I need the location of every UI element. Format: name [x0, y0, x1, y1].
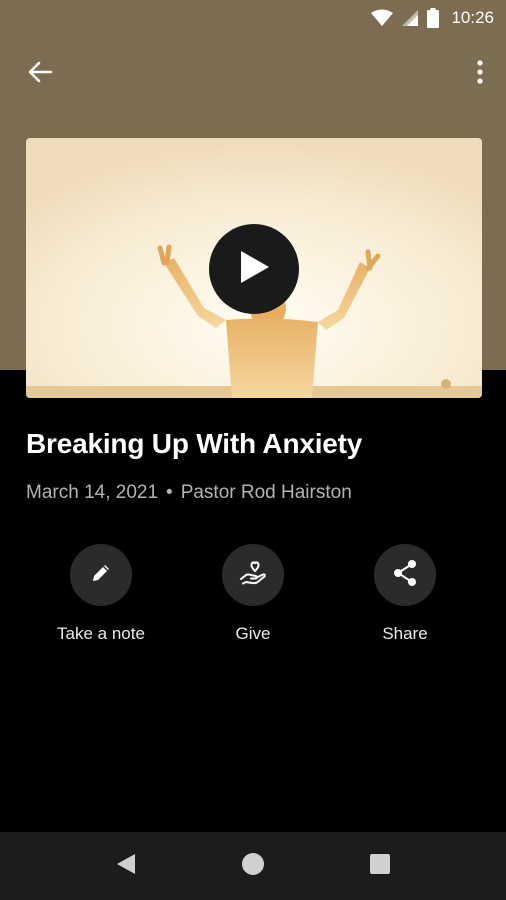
- nav-back-button[interactable]: [110, 850, 142, 882]
- play-icon: [237, 249, 271, 290]
- give-button[interactable]: Give: [178, 544, 328, 644]
- system-nav-bar: [0, 832, 506, 900]
- sermon-date: March 14, 2021: [26, 482, 159, 503]
- give-label: Give: [235, 624, 271, 643]
- take-note-button[interactable]: Take a note: [26, 544, 176, 644]
- wifi-icon: [371, 9, 394, 27]
- nav-recents-icon: [369, 853, 391, 880]
- nav-home-button[interactable]: [237, 850, 269, 882]
- give-circle: [222, 544, 284, 606]
- sermon-meta: March 14, 2021 • Pastor Rod Hairston: [26, 482, 352, 504]
- action-row: Take a note Give Share: [0, 544, 506, 654]
- nav-back-icon: [115, 852, 137, 881]
- sermon-title: Breaking Up With Anxiety: [26, 428, 363, 459]
- share-circle: [374, 544, 436, 606]
- app-bar: [0, 44, 506, 104]
- sermon-speaker: Pastor Rod Hairston: [180, 482, 352, 503]
- take-note-circle: [70, 544, 132, 606]
- nav-recents-button[interactable]: [364, 850, 396, 882]
- more-options-button[interactable]: [468, 56, 492, 92]
- more-vertical-icon: [476, 59, 484, 90]
- meta-separator: •: [166, 482, 173, 503]
- share-button[interactable]: Share: [330, 544, 480, 644]
- video-player[interactable]: [26, 138, 482, 398]
- take-note-label: Take a note: [57, 624, 145, 643]
- status-bar: 10:26: [0, 0, 506, 36]
- battery-icon: [427, 8, 440, 28]
- share-label: Share: [382, 624, 428, 643]
- play-button[interactable]: [209, 224, 299, 314]
- arrow-left-icon: [27, 59, 53, 90]
- status-time: 10:26: [451, 8, 494, 27]
- give-heart-hand-icon: [238, 559, 268, 592]
- signal-icon: [401, 9, 419, 27]
- back-button[interactable]: [20, 56, 60, 92]
- share-icon: [392, 559, 418, 592]
- nav-home-icon: [241, 852, 265, 881]
- pencil-icon: [89, 561, 113, 590]
